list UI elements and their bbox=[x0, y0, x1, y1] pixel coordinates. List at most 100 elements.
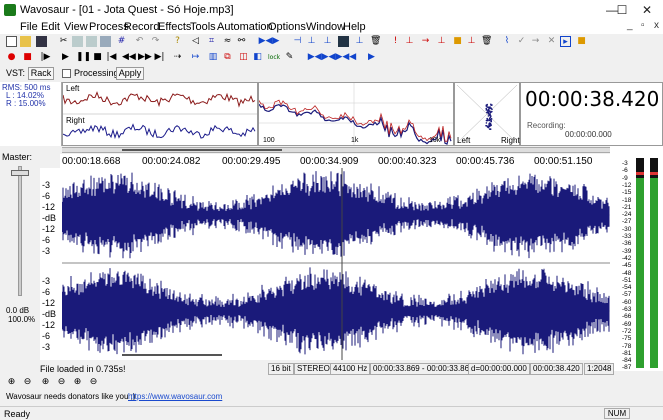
maximize-button[interactable]: ☐ bbox=[612, 0, 632, 20]
crop-icon[interactable]: # bbox=[116, 36, 127, 47]
tap-icon[interactable]: ⧉ bbox=[222, 52, 233, 63]
menu-effects[interactable]: Effects bbox=[158, 21, 191, 33]
zoom-in-icon[interactable]: ▶◀▶◀▶◀◀ bbox=[302, 52, 362, 63]
bpm-icon[interactable]: ▥ bbox=[206, 52, 220, 63]
selection-range: 00:00:33.869 - 00:00:33.869 bbox=[370, 363, 477, 375]
right-icon[interactable]: ▶ bbox=[366, 52, 377, 63]
play-icon[interactable]: |▶ bbox=[40, 52, 51, 63]
menu-view[interactable]: View bbox=[64, 21, 88, 33]
help-icon[interactable]: ? bbox=[172, 36, 183, 47]
split-icon[interactable]: ⌗ bbox=[206, 36, 217, 47]
wave-status-row: File loaded in 0.735s! 16 bit STEREO 441… bbox=[0, 363, 615, 375]
timeline-ruler[interactable]: 00:00:18.668 00:00:24.082 00:00:29.495 0… bbox=[60, 154, 610, 168]
mdi-close-button[interactable]: x bbox=[654, 20, 659, 31]
back-icon[interactable]: |◀ bbox=[106, 52, 117, 63]
move-icon[interactable]: ⊥ bbox=[306, 36, 317, 47]
marker-add-icon[interactable]: ⊣ bbox=[292, 36, 303, 47]
copy-icon[interactable] bbox=[72, 36, 83, 47]
fade-icon[interactable]: ▶◀▶ bbox=[256, 36, 282, 47]
record-icon[interactable]: ● bbox=[6, 52, 17, 63]
ff-icon[interactable]: ▶▶ bbox=[138, 52, 152, 63]
end-icon[interactable]: ▶| bbox=[154, 52, 165, 63]
new-icon[interactable] bbox=[6, 36, 17, 47]
meter-scale-tick: -24 bbox=[622, 211, 632, 219]
processing-checkbox[interactable] bbox=[62, 69, 71, 78]
lock-icon[interactable]: ⊥ bbox=[354, 36, 365, 47]
master-label: Master: bbox=[2, 152, 33, 162]
paste-icon[interactable] bbox=[86, 36, 97, 47]
select-box-icon[interactable]: ▸ bbox=[560, 36, 571, 47]
check-icon[interactable]: ✓ bbox=[516, 36, 527, 47]
curve-icon[interactable]: ⌇ bbox=[500, 36, 514, 47]
donate-link[interactable]: https://www.wavosaur.com bbox=[128, 392, 222, 401]
meter-scale-tick: -81 bbox=[622, 349, 632, 357]
trim-icon[interactable]: ◁ bbox=[190, 36, 201, 47]
close-button[interactable]: ✕ bbox=[634, 0, 660, 20]
waveform-view[interactable] bbox=[62, 168, 610, 360]
open-icon[interactable] bbox=[20, 36, 31, 47]
sample-rate: 44100 Hz bbox=[330, 363, 371, 375]
loop-icon[interactable]: ⚯ bbox=[236, 36, 247, 47]
lock-yellow-icon[interactable]: ■ bbox=[576, 36, 587, 47]
zoom-v-icon[interactable]: ⊖ bbox=[88, 377, 99, 388]
meter-scale-tick: -87 bbox=[622, 364, 632, 372]
lock3-icon[interactable]: ⊥ bbox=[466, 36, 477, 47]
normalize-icon[interactable]: ≈ bbox=[222, 36, 233, 47]
zoom-out-icon[interactable]: ⊖ bbox=[22, 377, 33, 388]
stop2-icon[interactable]: ■ bbox=[92, 52, 103, 63]
menu-file[interactable]: File bbox=[20, 21, 38, 33]
zoom-sel-icon[interactable]: ⊖ bbox=[56, 377, 67, 388]
rew-icon[interactable]: ◀◀ bbox=[122, 52, 136, 63]
pause-icon[interactable]: ❚❚ bbox=[76, 52, 91, 63]
mdi-restore-button[interactable]: ▫ bbox=[641, 20, 645, 31]
paste-mix-icon[interactable] bbox=[100, 36, 111, 47]
rec-red-icon[interactable]: ! bbox=[390, 36, 401, 47]
lock2-icon[interactable]: ■ bbox=[452, 36, 463, 47]
play-sel-icon[interactable]: ▶ bbox=[60, 52, 71, 63]
overview-scrollbar[interactable] bbox=[62, 147, 610, 153]
scope-left-label: Left bbox=[66, 84, 80, 93]
menu-window[interactable]: Window bbox=[306, 21, 345, 33]
zoom-in-icon[interactable]: ⊕ bbox=[6, 377, 17, 388]
master-fader-track[interactable] bbox=[18, 166, 22, 296]
meter-scale-tick: -27 bbox=[622, 218, 632, 226]
spectrum-label-10k: 10k bbox=[429, 137, 441, 144]
menu-options[interactable]: Options bbox=[268, 21, 306, 33]
timeline-label: 00:00:18.668 bbox=[62, 156, 121, 167]
overview-thumb[interactable] bbox=[122, 149, 282, 151]
rec-red3-icon[interactable]: → bbox=[420, 36, 431, 47]
master-fader-knob[interactable] bbox=[11, 170, 29, 176]
zoom-fit-icon[interactable]: ⊕ bbox=[40, 377, 51, 388]
box-icon[interactable]: 🗑 bbox=[481, 36, 492, 47]
menu-help[interactable]: Help bbox=[343, 21, 366, 33]
stop-icon[interactable]: ■ bbox=[22, 52, 33, 63]
fx-icon[interactable]: ◫ bbox=[238, 52, 249, 63]
rec-red2-icon[interactable]: ⊥ bbox=[404, 36, 415, 47]
redo-icon[interactable]: ↷ bbox=[150, 36, 161, 47]
loop-play-icon[interactable]: ⇢ bbox=[172, 52, 183, 63]
lock-fx-icon[interactable]: lock bbox=[268, 52, 280, 63]
undo-icon[interactable]: ↶ bbox=[134, 36, 145, 47]
menu-tools[interactable]: Tools bbox=[190, 21, 216, 33]
save-icon[interactable] bbox=[36, 36, 47, 47]
marker-icon[interactable]: ⊥ bbox=[436, 36, 447, 47]
menu-process[interactable]: Process bbox=[89, 21, 129, 33]
apply-button[interactable]: Apply bbox=[116, 67, 144, 80]
waveform-scroll-thumb[interactable] bbox=[122, 354, 222, 356]
arrow-icon[interactable]: → bbox=[530, 36, 541, 47]
zoom-all-icon[interactable]: ⊕ bbox=[72, 377, 83, 388]
rack-button[interactable]: Rack bbox=[28, 67, 54, 80]
menu-record[interactable]: Record bbox=[124, 21, 159, 33]
mdi-minimize-button[interactable]: _ bbox=[627, 20, 633, 31]
metronome-icon[interactable]: ↦ bbox=[190, 52, 201, 63]
pencil-icon[interactable]: ✎ bbox=[284, 52, 295, 63]
cut-icon[interactable]: ✂ bbox=[58, 36, 69, 47]
mono-icon[interactable] bbox=[338, 36, 349, 47]
copy-fx-icon[interactable]: ◧ bbox=[252, 52, 263, 63]
menu-edit[interactable]: Edit bbox=[41, 21, 60, 33]
menu-automation[interactable]: Automation bbox=[217, 21, 273, 33]
db-tick: -3 bbox=[42, 246, 51, 256]
x-icon[interactable]: ✕ bbox=[546, 36, 557, 47]
region-icon[interactable]: ⊥ bbox=[322, 36, 333, 47]
trash-icon[interactable]: 🗑 bbox=[370, 36, 381, 47]
